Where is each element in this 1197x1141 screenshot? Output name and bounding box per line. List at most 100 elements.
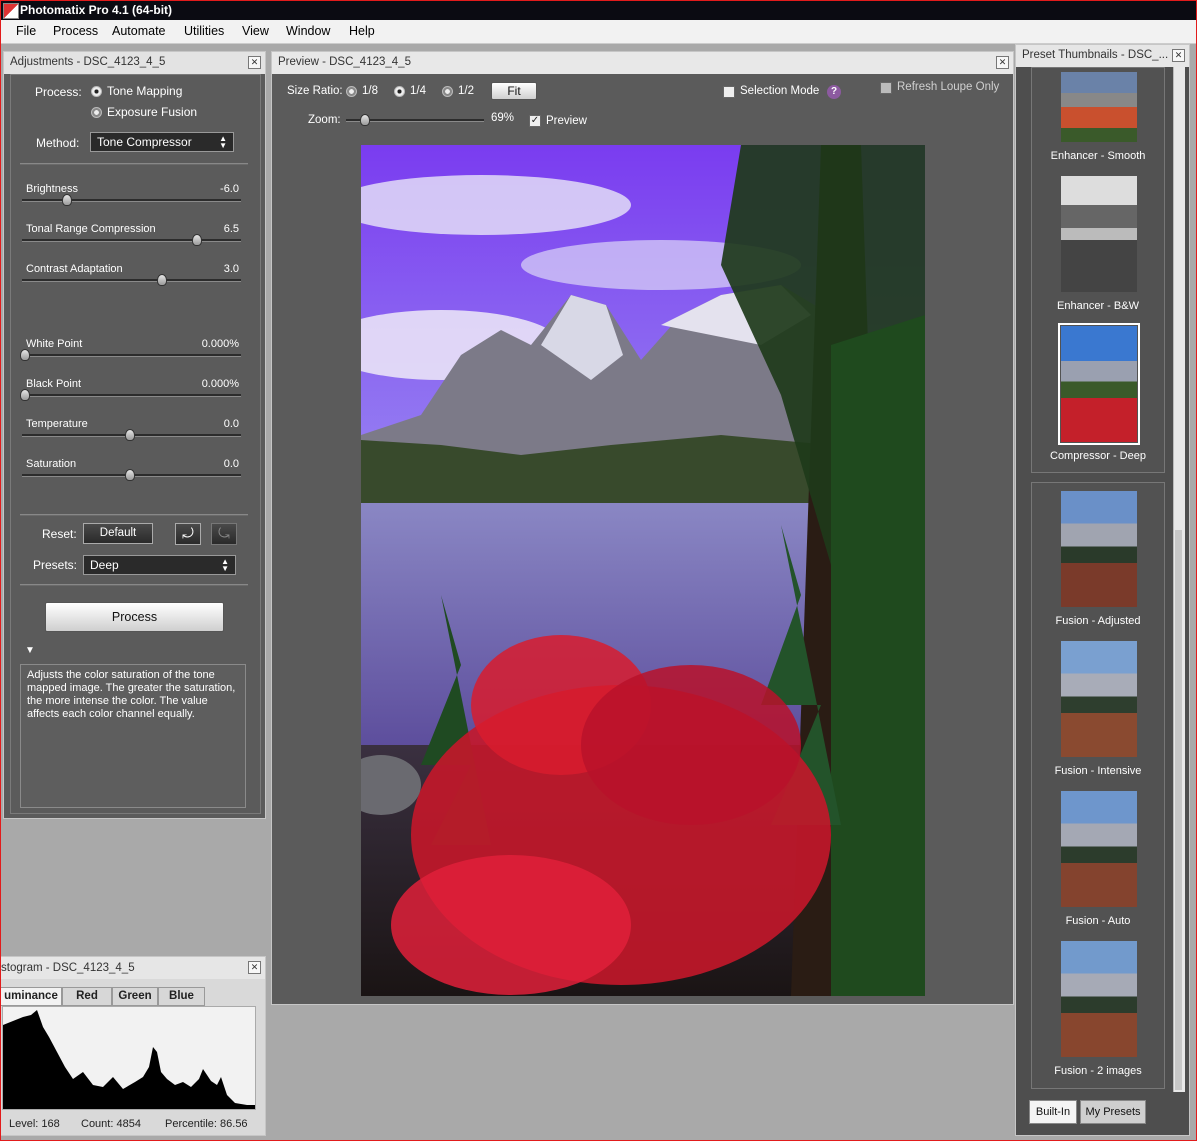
slider-thumb[interactable] <box>20 389 30 401</box>
help-icon[interactable]: ? <box>827 85 841 99</box>
preset-thumbnail-label: Compressor - Deep <box>1050 450 1146 462</box>
slider-thumb[interactable] <box>125 429 135 441</box>
preview-checkbox[interactable]: ✓ <box>529 115 541 127</box>
refresh-loupe-checkbox[interactable] <box>880 82 892 94</box>
preset-thumbnail[interactable] <box>1058 323 1140 445</box>
slider-label: White Point <box>26 338 83 350</box>
slider-value: 6.5 <box>223 223 239 235</box>
method-select[interactable]: Tone Compressor ▲ ▼ <box>90 132 234 152</box>
selection-mode-label[interactable]: Selection Mode <box>740 85 819 97</box>
zoom-label: Zoom: <box>308 114 341 126</box>
preset-thumbnail[interactable] <box>1061 641 1137 757</box>
preview-checkbox-label[interactable]: Preview <box>546 115 587 127</box>
menu-help[interactable]: Help <box>349 24 375 38</box>
zoom-value: 69% <box>491 112 515 124</box>
preset-thumbnail-label: Enhancer - B&W <box>1057 300 1139 312</box>
zoom-slider-thumb[interactable] <box>360 114 370 126</box>
fit-button[interactable]: Fit <box>491 82 537 100</box>
radio-ratio-1-4[interactable] <box>394 86 405 97</box>
slider-value: 3.0 <box>223 263 239 275</box>
ratio-1-2-label[interactable]: 1/2 <box>458 85 474 97</box>
close-icon[interactable]: ✕ <box>1172 49 1185 62</box>
close-icon[interactable]: ✕ <box>248 961 261 974</box>
slider-track[interactable] <box>22 199 241 202</box>
slider-label: Tonal Range Compression <box>26 223 156 235</box>
slider-track[interactable] <box>22 239 241 242</box>
separator <box>20 584 248 586</box>
preview-title: Preview - DSC_4123_4_5 <box>278 56 411 68</box>
menu-utilities[interactable]: Utilities <box>184 24 224 38</box>
preset-thumbnail[interactable] <box>1061 491 1137 607</box>
redo-icon: ⤿ <box>218 525 230 541</box>
radio-tone-mapping[interactable] <box>91 86 102 97</box>
menu-view[interactable]: View <box>242 24 269 38</box>
process-button[interactable]: Process <box>45 602 224 632</box>
tab-luminance[interactable]: uminance <box>0 987 62 1006</box>
close-icon[interactable]: ✕ <box>996 56 1009 69</box>
preset-thumbnail[interactable] <box>1061 791 1137 907</box>
slider-label: Temperature <box>26 418 88 430</box>
separator <box>20 514 248 516</box>
slider-label: Saturation <box>26 458 77 470</box>
slider-value: 0.0 <box>223 418 239 430</box>
size-ratio-label: Size Ratio: <box>287 85 343 97</box>
menu-process[interactable]: Process <box>53 24 98 38</box>
preset-thumbnail[interactable] <box>1061 941 1137 1057</box>
adjustments-header: Adjustments - DSC_4123_4_5 ✕ <box>4 52 265 74</box>
radio-ratio-1-2[interactable] <box>442 86 453 97</box>
ratio-1-4-label[interactable]: 1/4 <box>410 85 426 97</box>
radio-exposure-fusion[interactable] <box>91 107 102 118</box>
exposure-fusion-label[interactable]: Exposure Fusion <box>107 105 197 119</box>
select-arrows-icon: ▲ ▼ <box>221 557 229 573</box>
slider-value: -6.0 <box>220 183 239 195</box>
default-button[interactable]: Default <box>83 523 153 544</box>
preview-header: Preview - DSC_4123_4_5 ✕ <box>272 52 1013 74</box>
slider-label: Black Point <box>26 378 82 390</box>
menu-file[interactable]: File <box>16 24 36 38</box>
slider-thumb[interactable] <box>156 274 167 286</box>
slider-thumb[interactable] <box>192 234 203 246</box>
pine-foliage <box>831 315 925 996</box>
red-bush <box>581 665 801 825</box>
tab-my-presets[interactable]: My Presets <box>1080 1100 1146 1124</box>
redo-button[interactable]: ⤿ <box>211 523 237 545</box>
tab-blue[interactable]: Blue <box>158 987 205 1006</box>
undo-button[interactable]: ⤾ <box>175 523 201 545</box>
slider-thumb[interactable] <box>125 469 135 481</box>
menu-window[interactable]: Window <box>286 24 330 38</box>
reset-label: Reset: <box>42 527 77 541</box>
slider-track[interactable] <box>22 354 241 357</box>
tone-mapping-label[interactable]: Tone Mapping <box>107 84 182 98</box>
collapse-triangle-icon[interactable]: ▼ <box>25 645 35 656</box>
process-label: Process: <box>35 85 82 99</box>
radio-ratio-1-8[interactable] <box>346 86 357 97</box>
slider-track[interactable] <box>22 394 241 397</box>
close-icon[interactable]: ✕ <box>248 56 261 69</box>
presets-label: Presets: <box>33 558 78 572</box>
preset-thumbnail[interactable] <box>1061 72 1137 142</box>
refresh-loupe-label[interactable]: Refresh Loupe Only <box>897 81 999 93</box>
preset-thumbnail-label: Fusion - Adjusted <box>1055 615 1141 627</box>
tab-red[interactable]: Red <box>62 987 112 1006</box>
selection-mode-checkbox[interactable] <box>723 86 735 98</box>
slider-thumb[interactable] <box>20 349 30 361</box>
adjustments-title: Adjustments - DSC_4123_4_5 <box>10 56 166 68</box>
slider-track[interactable] <box>22 279 241 282</box>
slider-value: 0.000% <box>201 338 239 350</box>
tab-built-in[interactable]: Built-In <box>1029 1100 1077 1124</box>
menu-bar: File Process Automate Utilities View Win… <box>0 20 1197 44</box>
app-icon <box>3 3 19 19</box>
slider-value: 0.000% <box>201 378 239 390</box>
preset-scrollbar-thumb[interactable] <box>1175 530 1182 1090</box>
ratio-1-8-label[interactable]: 1/8 <box>362 85 378 97</box>
menu-automate[interactable]: Automate <box>112 24 166 38</box>
slider-thumb[interactable] <box>62 194 72 206</box>
histogram-graph[interactable] <box>2 1006 256 1110</box>
separator <box>20 163 248 165</box>
red-bush <box>391 855 631 995</box>
preview-image[interactable] <box>361 145 925 996</box>
preset-thumbnail[interactable] <box>1061 176 1137 292</box>
preset-thumbnail-label: Enhancer - Smooth <box>1050 150 1146 162</box>
presets-select[interactable]: Deep ▲ ▼ <box>83 555 236 575</box>
tab-green[interactable]: Green <box>112 987 158 1006</box>
